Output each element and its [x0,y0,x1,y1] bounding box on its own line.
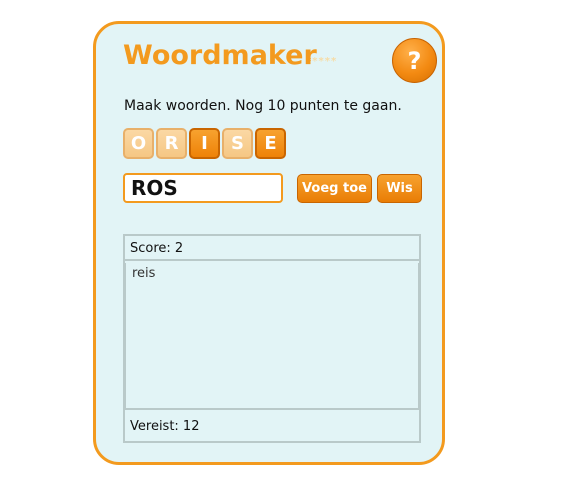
game-title: Woordmaker [123,40,317,71]
add-word-button[interactable]: Voeg toe [297,174,372,203]
letter-tile[interactable]: O [123,128,154,159]
letter-tile[interactable]: I [189,128,220,159]
letter-tile[interactable]: E [255,128,286,159]
found-words-list[interactable]: reis [125,263,419,410]
star-empty-icon: * [330,56,338,67]
clear-button[interactable]: Wis [377,174,422,203]
letter-tiles: ORISE [123,128,286,159]
help-button[interactable]: ? [392,38,437,83]
found-word-item: reis [132,266,156,281]
word-input[interactable]: ROS [123,173,283,203]
letter-tile[interactable]: S [222,128,253,159]
words-box: Score: 2 reis Vereist: 12 [123,234,421,443]
game-panel: Woordmaker ***** ? Maak woorden. Nog 10 … [93,21,445,465]
difficulty-stars: ***** [306,56,337,67]
letter-tile[interactable]: R [156,128,187,159]
score-display: Score: 2 [125,236,419,261]
instruction-text: Maak woorden. Nog 10 punten te gaan. [124,98,402,114]
required-score: Vereist: 12 [130,419,200,434]
